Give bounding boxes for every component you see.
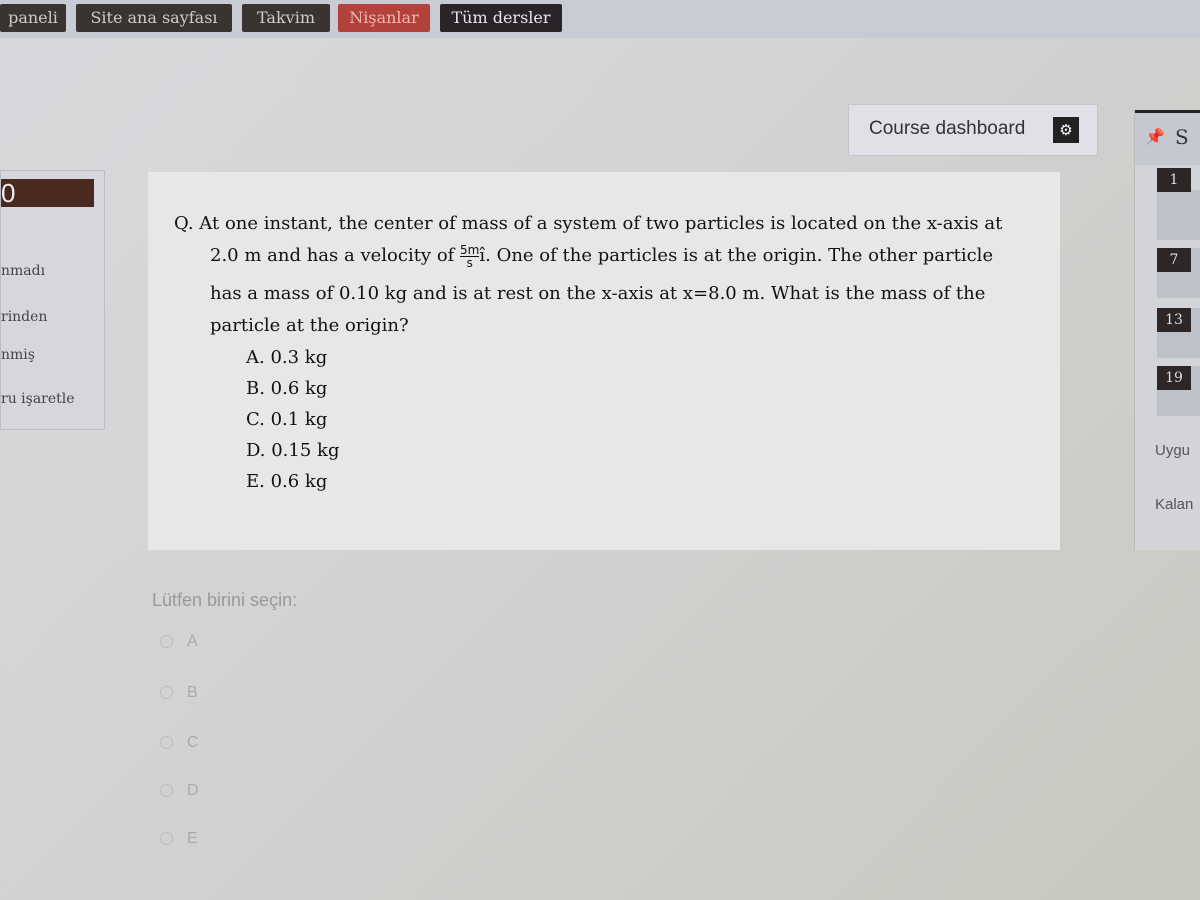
question-number-button[interactable]: 19 <box>1157 366 1191 390</box>
course-dashboard-button[interactable]: Course dashboard ⚙ <box>848 104 1098 156</box>
nav-calendar[interactable]: Takvim <box>242 4 330 32</box>
nav-all-courses[interactable]: Tüm dersler <box>440 4 562 32</box>
quiz-navigation-panel: 📌 S 1 7 13 19 Uygu Kalan <box>1134 110 1200 550</box>
radio-icon[interactable] <box>160 784 173 798</box>
option-text: D. 0.15 kg <box>246 440 340 461</box>
text: . One of the particles is at the origin.… <box>485 245 994 266</box>
radio-icon[interactable] <box>160 736 173 750</box>
radio-label: B <box>187 684 198 701</box>
radio-label: E <box>187 830 198 847</box>
info-line: nmadı <box>1 263 46 279</box>
question-text: Q. At one instant, the center of mass of… <box>174 208 1054 497</box>
radio-icon[interactable] <box>160 686 173 700</box>
flag-question-link[interactable]: ru işaretle <box>1 391 75 407</box>
top-navigation: paneli Site ana sayfası Takvim Nişanlar … <box>0 0 1200 38</box>
radio-label: A <box>187 633 198 650</box>
nav-site-home[interactable]: Site ana sayfası <box>76 4 232 32</box>
panel-title: S <box>1175 125 1189 149</box>
pin-icon[interactable]: 📌 <box>1145 127 1165 146</box>
question-line: has a mass of 0.10 kg and is at rest on … <box>210 283 986 304</box>
answer-option-a[interactable]: A <box>160 633 198 651</box>
answer-option-d[interactable]: D <box>160 782 199 800</box>
nav-panel[interactable]: paneli <box>0 4 66 32</box>
panel-label: Uygu <box>1155 442 1191 459</box>
question-number-button[interactable]: 13 <box>1157 308 1191 332</box>
option-text: C. 0.1 kg <box>246 409 328 430</box>
course-dashboard-label: Course dashboard <box>869 118 1026 139</box>
radio-icon[interactable] <box>160 635 173 649</box>
option-text: E. 0.6 kg <box>246 471 328 492</box>
option-text: B. 0.6 kg <box>246 378 328 399</box>
question-line: particle at the origin? <box>210 315 409 336</box>
panel-header: 📌 S <box>1135 110 1200 165</box>
answer-option-c[interactable]: C <box>160 734 199 752</box>
fraction-denominator: s <box>466 255 473 270</box>
score-badge: 0 <box>1 179 94 207</box>
panel-label: Kalan <box>1155 496 1194 513</box>
question-cell[interactable] <box>1157 190 1200 240</box>
velocity-fraction: 5m s <box>460 244 480 270</box>
answer-option-b[interactable]: B <box>160 684 198 702</box>
text: 2.0 m and has a velocity of <box>210 245 461 266</box>
question-line: Q. At one instant, the center of mass of… <box>174 213 1003 234</box>
radio-label: C <box>187 734 199 751</box>
info-line: rinden <box>1 309 48 325</box>
nav-badges[interactable]: Nişanlar <box>338 4 430 32</box>
quiz-info-panel: 0 nmadı rinden nmiş ru işaretle <box>0 170 105 430</box>
radio-label: D <box>187 782 199 799</box>
gear-icon[interactable]: ⚙ <box>1053 117 1079 143</box>
info-line: nmiş <box>1 347 35 363</box>
option-text: A. 0.3 kg <box>246 347 328 368</box>
question-number-button[interactable]: 1 <box>1157 168 1191 192</box>
question-number-button[interactable]: 7 <box>1157 248 1191 272</box>
radio-icon[interactable] <box>160 832 173 846</box>
question-line: 2.0 m and has a velocity of 5m s ı̂. One o… <box>174 240 1054 272</box>
answer-option-e[interactable]: E <box>160 830 198 848</box>
question-box: Q. At one instant, the center of mass of… <box>148 172 1060 550</box>
answer-prompt: Lütfen birini seçin: <box>152 590 298 610</box>
